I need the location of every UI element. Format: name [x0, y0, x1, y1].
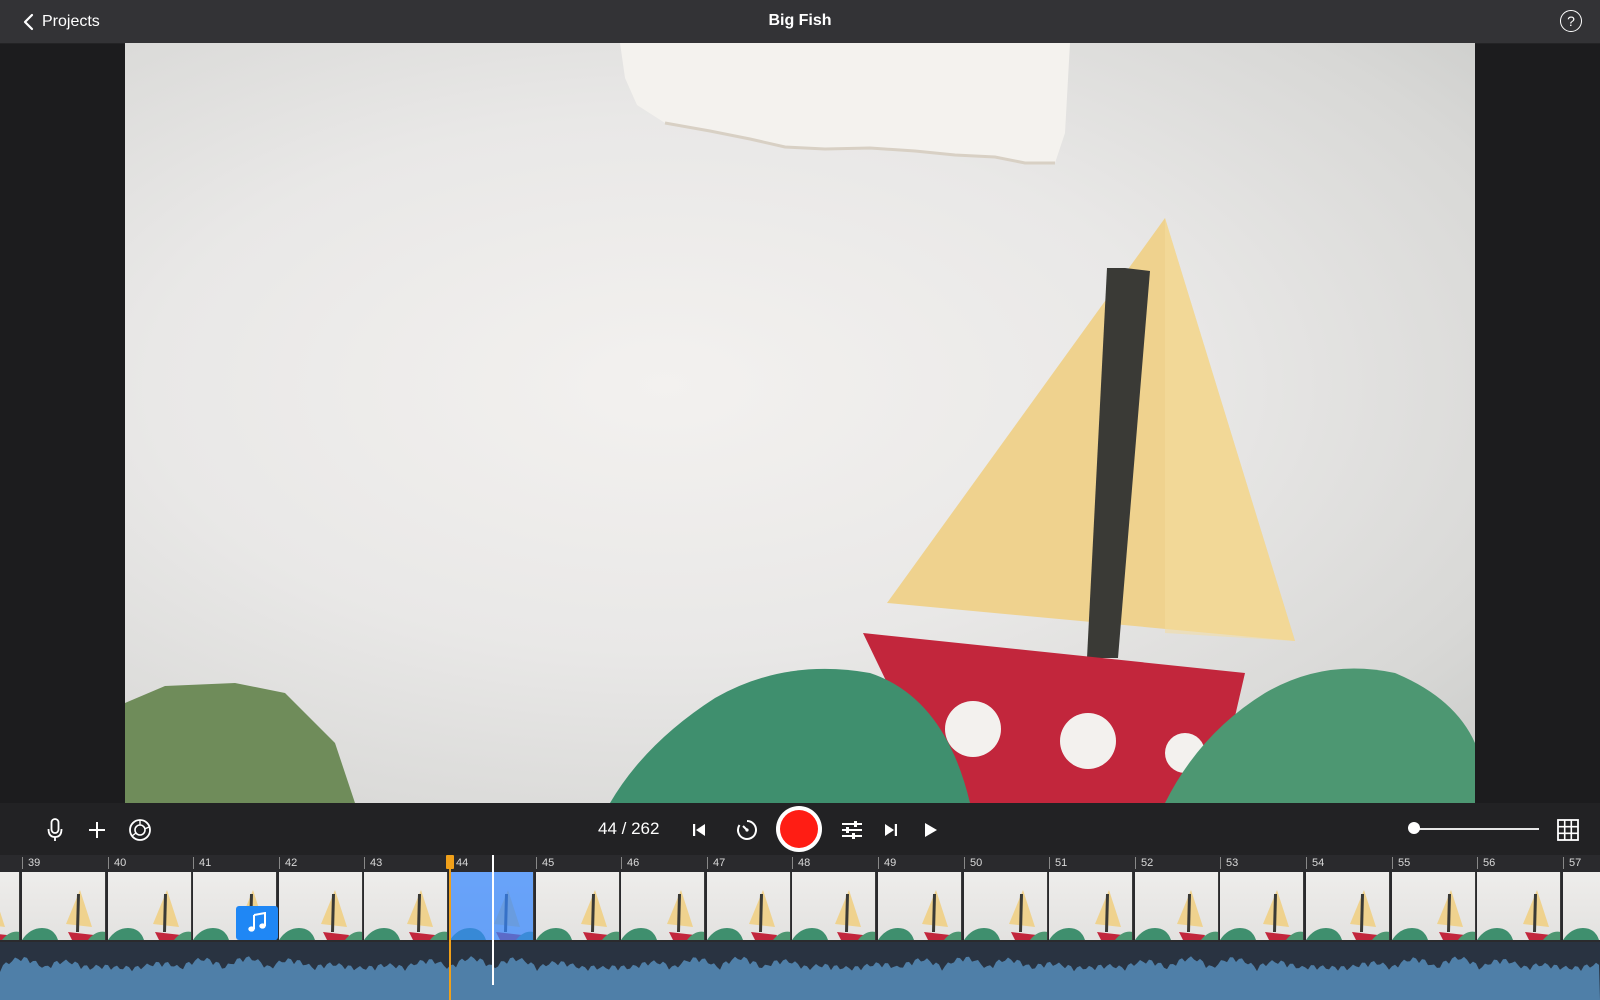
- zoom-track: [1413, 828, 1539, 830]
- microphone-icon[interactable]: [41, 816, 69, 844]
- frame-thumbnail-47[interactable]: [707, 872, 791, 940]
- frame-thumbnail-53[interactable]: [1220, 872, 1304, 940]
- frame-thumbnail-51[interactable]: [1049, 872, 1133, 940]
- frame-thumbnail-49[interactable]: [878, 872, 962, 940]
- grid-icon[interactable]: [1554, 816, 1582, 844]
- frame-thumbnail-46[interactable]: [621, 872, 705, 940]
- ruler-tick-54: 54: [1306, 857, 1324, 869]
- frame-thumbnail-45[interactable]: [536, 872, 620, 940]
- ruler-tick-48: 48: [792, 857, 810, 869]
- frame-thumbnail-56[interactable]: [1477, 872, 1561, 940]
- frame-thumbnail-52[interactable]: [1135, 872, 1219, 940]
- frame-thumbnail-40[interactable]: [108, 872, 192, 940]
- timeline-ruler[interactable]: 39 40 41 42 43 44 45 46 47 48 49 50 51 52 53 54 55 56 57: [0, 855, 1600, 871]
- ruler-tick-42: 42: [279, 857, 297, 869]
- record-button[interactable]: [776, 806, 822, 852]
- ruler-tick-40: 40: [108, 857, 126, 869]
- music-note-icon: [248, 912, 266, 932]
- skip-to-end-icon[interactable]: [877, 816, 905, 844]
- project-title: Big Fish: [768, 12, 832, 29]
- ruler-tick-47: 47: [707, 857, 725, 869]
- frame-thumbnail-43[interactable]: [364, 872, 448, 940]
- audio-clip-badge[interactable]: [236, 906, 278, 940]
- ruler-tick-49: 49: [878, 857, 896, 869]
- frame-counter: 44 / 262: [598, 819, 660, 838]
- ruler-tick-53: 53: [1220, 857, 1238, 869]
- frame-thumbnail-39[interactable]: [22, 872, 106, 940]
- help-button[interactable]: ?: [1560, 10, 1582, 32]
- title-bar: Projects Big Fish ?: [0, 0, 1600, 44]
- audio-waveform-track[interactable]: [0, 942, 1600, 1000]
- zoom-knob[interactable]: [1408, 822, 1420, 834]
- play-icon[interactable]: [917, 816, 945, 844]
- playhead[interactable]: [449, 855, 451, 1000]
- frame-thumbnail-54[interactable]: [1306, 872, 1390, 940]
- timer-icon[interactable]: [733, 816, 761, 844]
- ruler-tick-50: 50: [964, 857, 982, 869]
- frame-thumbnail-42[interactable]: [279, 872, 363, 940]
- camera-settings-icon[interactable]: [126, 816, 154, 844]
- ruler-tick-52: 52: [1135, 857, 1153, 869]
- add-icon[interactable]: [83, 816, 111, 844]
- current-position-line: [492, 855, 494, 985]
- ruler-tick-57: 57: [1563, 857, 1581, 869]
- ruler-tick-41: 41: [193, 857, 211, 869]
- ruler-tick-55: 55: [1392, 857, 1410, 869]
- ruler-tick-39: 39: [22, 857, 40, 869]
- ruler-tick-45: 45: [536, 857, 554, 869]
- frame-thumbnail-prev[interactable]: [0, 872, 20, 940]
- skip-to-start-icon[interactable]: [685, 816, 713, 844]
- record-dot: [780, 810, 818, 848]
- frame-preview: [125, 43, 1475, 803]
- playhead-handle[interactable]: [446, 855, 454, 869]
- frame-thumbnail-57[interactable]: [1563, 872, 1600, 940]
- ruler-tick-46: 46: [621, 857, 639, 869]
- frame-thumbnail-50[interactable]: [964, 872, 1048, 940]
- frame-thumbnail-55[interactable]: [1392, 872, 1476, 940]
- timeline-zoom-slider[interactable]: [1408, 822, 1539, 834]
- ruler-tick-43: 43: [364, 857, 382, 869]
- ruler-tick-56: 56: [1477, 857, 1495, 869]
- toolbar: 44 / 262: [0, 803, 1600, 855]
- frame-thumbnail-48[interactable]: [792, 872, 876, 940]
- adjustments-icon[interactable]: [838, 816, 866, 844]
- preview-image: [125, 43, 1475, 803]
- ruler-tick-51: 51: [1049, 857, 1067, 869]
- audio-waveform: [0, 956, 1600, 1000]
